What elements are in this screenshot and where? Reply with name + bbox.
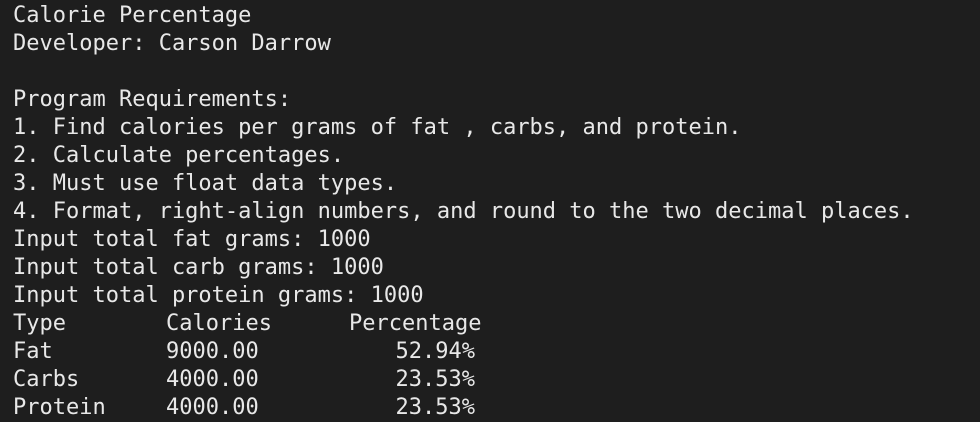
header-percentage: Percentage (349, 311, 482, 336)
header-calories: Calories (166, 311, 272, 336)
cell-percentage: 23.53% (395, 367, 475, 392)
cell-type: Carbs (13, 367, 80, 392)
requirement-item: 2. Calculate percentages. (13, 143, 345, 168)
cell-calories: 4000.00 (166, 367, 259, 392)
header-type: Type (13, 311, 66, 336)
cell-calories: 4000.00 (166, 395, 259, 420)
input-fat-line: Input total fat grams: 1000 (13, 227, 371, 252)
cell-calories: 9000.00 (166, 339, 259, 364)
cell-percentage: 52.94% (395, 339, 475, 364)
input-carb-line: Input total carb grams: 1000 (13, 255, 384, 280)
requirements-heading: Program Requirements: (13, 87, 292, 112)
cell-type: Fat (13, 339, 53, 364)
table-row: Fat 9000.00 52.94% (13, 338, 980, 366)
input-protein-line: Input total protein grams: 1000 (13, 283, 424, 308)
cell-type: Protein (13, 395, 106, 420)
requirement-item: 1. Find calories per grams of fat , carb… (13, 115, 742, 140)
cell-percentage: 23.53% (395, 395, 475, 420)
table-header: Type Calories Percentage (13, 310, 980, 338)
developer-line: Developer: Carson Darrow (13, 31, 331, 56)
program-title: Calorie Percentage (13, 3, 252, 28)
table-row: Protein 4000.00 23.53% (13, 394, 980, 422)
table-row: Carbs 4000.00 23.53% (13, 366, 980, 394)
requirement-item: 3. Must use float data types. (13, 171, 398, 196)
requirement-item: 4. Format, right-align numbers, and roun… (13, 199, 914, 224)
terminal-output: Calorie Percentage Developer: Carson Dar… (0, 0, 980, 422)
